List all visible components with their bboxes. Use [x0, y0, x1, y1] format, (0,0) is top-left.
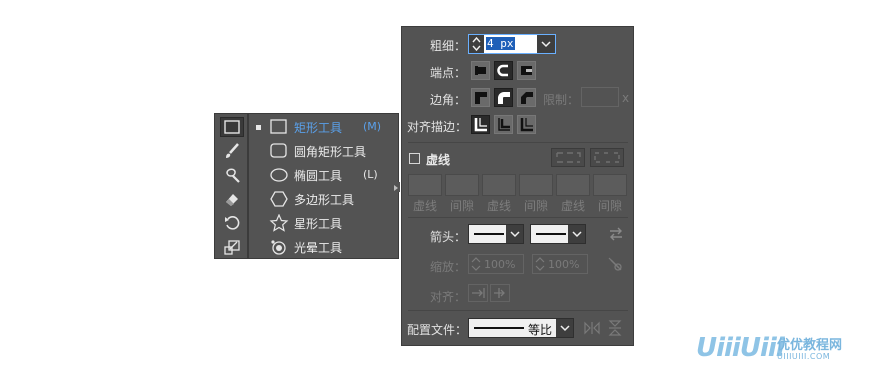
arrow-extend-button[interactable]: [468, 284, 488, 302]
panel-divider: [408, 217, 628, 218]
bevel-join-button[interactable]: [517, 88, 536, 107]
start-scale-input[interactable]: 100%: [468, 254, 524, 274]
flyout-item-ellipse[interactable]: 椭圆工具 (L): [249, 164, 399, 186]
weight-stepper[interactable]: [469, 35, 484, 53]
flip-vertical-icon[interactable]: [607, 320, 623, 336]
gap-label: 间隙: [523, 199, 548, 213]
align-inside-button[interactable]: [494, 115, 513, 134]
align-dash-button[interactable]: [590, 148, 624, 167]
weight-label: 粗细：: [430, 39, 467, 53]
gap-input-1[interactable]: [445, 174, 479, 196]
flyout-item-flare[interactable]: 光晕工具: [249, 236, 399, 258]
dash-input-2[interactable]: [482, 174, 516, 196]
scale-icon[interactable]: [220, 237, 244, 257]
watermark-url: UIIIUIII.COM: [777, 352, 831, 361]
arrow-scale-label: 缩放：: [430, 260, 467, 274]
chevron-down-icon: [568, 225, 585, 243]
dash-input-1[interactable]: [408, 174, 442, 196]
flyout-item-label: 星形工具: [294, 217, 343, 231]
swap-arrowheads-icon[interactable]: [608, 226, 624, 242]
stroke-panel: 粗细： 4 px 端点： 边角： 限制： x 对齐描边：: [401, 26, 634, 346]
end-scale-input[interactable]: 100%: [532, 254, 588, 274]
end-scale-value: 100%: [548, 258, 580, 271]
limit-label: 限制：: [543, 93, 580, 107]
flip-horizontal-icon[interactable]: [584, 320, 600, 336]
flyout-item-polygon[interactable]: 多边形工具: [249, 188, 399, 210]
flyout-expand-arrow[interactable]: [392, 182, 400, 192]
flare-icon: [269, 238, 289, 256]
flyout-item-label: 圆角矩形工具: [294, 145, 367, 159]
polygon-icon: [269, 190, 289, 208]
link-scale-icon[interactable]: [606, 255, 624, 273]
flyout-item-label: 多边形工具: [294, 193, 355, 207]
dash-label: 虚线: [560, 199, 585, 213]
miter-join-button[interactable]: [471, 88, 490, 107]
rectangle-tool-icon[interactable]: [220, 117, 244, 137]
flyout-item-label: 椭圆工具: [294, 169, 343, 183]
weight-selected-text: 4 px: [486, 37, 515, 50]
align-stroke-label: 对齐描边：: [407, 120, 468, 134]
flyout-item-shortcut: (L): [363, 168, 378, 181]
profile-dropdown[interactable]: 等比: [468, 318, 574, 338]
chevron-down-icon: [506, 225, 523, 243]
watermark-logo: UiiiUiii: [696, 333, 785, 363]
flyout-item-shortcut: (M): [363, 120, 382, 133]
profile-value: 等比: [528, 323, 553, 337]
flyout-item-rounded-rectangle[interactable]: 圆角矩形工具: [249, 140, 399, 162]
start-arrowhead-dropdown[interactable]: [468, 224, 524, 244]
butt-cap-button[interactable]: [471, 61, 490, 80]
align-center-button[interactable]: [471, 115, 490, 134]
end-arrowhead-dropdown[interactable]: [530, 224, 586, 244]
arrow-place-button[interactable]: [490, 284, 510, 302]
blob-brush-icon[interactable]: [220, 165, 244, 185]
round-join-button[interactable]: [494, 88, 513, 107]
eraser-icon[interactable]: [220, 189, 244, 209]
rectangle-icon: [269, 118, 289, 136]
rotate-icon[interactable]: [220, 213, 244, 233]
limit-suffix: x: [622, 91, 630, 105]
profile-label: 配置文件：: [407, 323, 468, 337]
flyout-item-label: 光晕工具: [294, 241, 343, 255]
preserve-dash-button[interactable]: [551, 148, 585, 167]
dash-input-3[interactable]: [556, 174, 590, 196]
gap-label: 间隙: [449, 199, 474, 213]
gap-input-3[interactable]: [593, 174, 627, 196]
tools-panel: [214, 113, 248, 259]
corner-label: 边角：: [430, 93, 467, 107]
arrow-align-label: 对齐：: [430, 290, 467, 304]
paintbrush-icon[interactable]: [220, 141, 244, 161]
chevron-down-icon[interactable]: [537, 35, 555, 53]
start-scale-value: 100%: [484, 258, 516, 271]
chevron-down-icon: [556, 319, 573, 337]
dash-label: 虚线: [486, 199, 511, 213]
dashed-line-label: 虚线: [426, 153, 451, 167]
flyout-item-label: 矩形工具: [294, 121, 343, 135]
cap-label: 端点：: [430, 66, 467, 80]
dashed-line-checkbox[interactable]: [409, 153, 420, 164]
arrowhead-label: 箭头：: [430, 230, 467, 244]
watermark-site-name: 优优教程网: [777, 338, 843, 353]
selected-indicator: [256, 125, 261, 130]
panel-divider: [408, 310, 628, 311]
dash-label: 虚线: [412, 199, 437, 213]
ellipse-icon: [269, 166, 289, 184]
gap-input-2[interactable]: [519, 174, 553, 196]
flyout-item-rectangle[interactable]: 矩形工具 (M): [249, 116, 399, 138]
round-cap-button[interactable]: [494, 61, 513, 80]
projecting-cap-button[interactable]: [517, 61, 536, 80]
gap-label: 间隙: [597, 199, 622, 213]
rounded-rectangle-icon: [269, 142, 289, 160]
star-icon: [269, 213, 289, 232]
weight-combobox[interactable]: 4 px: [468, 34, 556, 54]
flyout-item-star[interactable]: 星形工具: [249, 212, 399, 234]
miter-limit-input[interactable]: [581, 87, 619, 107]
shape-tool-flyout: 矩形工具 (M) 圆角矩形工具 椭圆工具 (L) 多边形工具 星形工具 光晕工具: [248, 113, 399, 259]
panel-divider: [408, 142, 628, 143]
align-outside-button[interactable]: [517, 115, 536, 134]
